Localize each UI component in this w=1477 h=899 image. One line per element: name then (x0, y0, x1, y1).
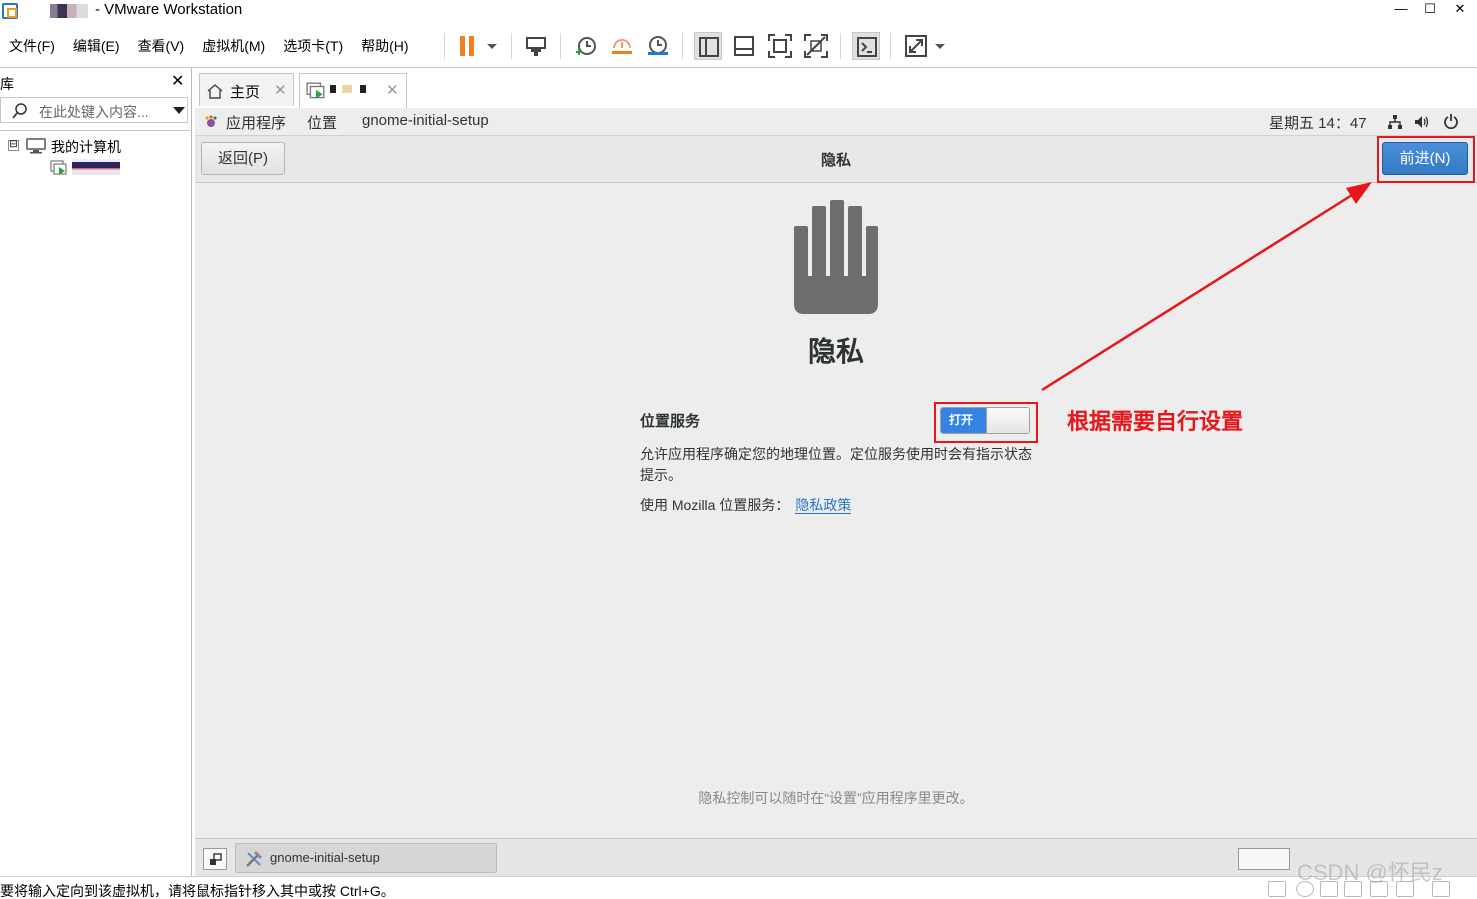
toolbar-separator (840, 33, 841, 59)
vmware-app-icon (2, 3, 18, 19)
library-search-placeholder: 在此处键入内容... (39, 104, 149, 120)
mozilla-location-text: 使用 Mozilla 位置服务： (640, 497, 790, 513)
tab-home[interactable]: 主页 ✕ (199, 73, 294, 106)
taskbar-item-label: gnome-initial-setup (270, 850, 380, 865)
library-search-input[interactable]: 在此处键入内容... (0, 97, 188, 123)
revert-snapshot-icon[interactable] (608, 32, 636, 60)
stretch-dropdown-icon[interactable] (931, 32, 949, 60)
menu-edit[interactable]: 编辑(E) (64, 30, 129, 62)
stretch-icon[interactable] (902, 32, 930, 60)
vm-running-icon (50, 160, 67, 175)
vm-running-icon (306, 82, 325, 99)
tab-vm[interactable]: ✕ (299, 73, 407, 108)
tree-collapse-toggle[interactable]: ⊟ (8, 140, 19, 151)
chevron-down-icon[interactable] (173, 107, 185, 114)
toolbar-separator (890, 33, 891, 59)
window-title: - VMware Workstation (95, 1, 243, 18)
status-bar: 要将输入定向到该虚拟机，请将鼠标指针移入其中或按 Ctrl+G。 (0, 876, 1477, 899)
show-desktop-icon (210, 853, 222, 865)
places-menu[interactable]: 位置 (307, 112, 337, 133)
unity-icon[interactable] (802, 32, 830, 60)
minimize-button[interactable]: — (1387, 0, 1415, 20)
hard-disk-status-icon[interactable] (1268, 881, 1286, 897)
snapshot-manager-icon[interactable] (644, 32, 672, 60)
tools-icon (246, 851, 262, 867)
home-icon (207, 84, 223, 99)
mozilla-location-line: 使用 Mozilla 位置服务： 隐私政策 (640, 495, 852, 515)
volume-icon[interactable] (1414, 114, 1430, 130)
privacy-footer-note: 隐私控制可以随时在“设置”应用程序里更改。 (698, 790, 974, 806)
privacy-hand-icon (794, 200, 878, 314)
menu-bar: 文件(F) 编辑(E) 查看(V) 虚拟机(M) 选项卡(T) 帮助(H) (0, 30, 418, 62)
vm-name-redacted (50, 4, 88, 18)
library-close-button[interactable]: ✕ (171, 71, 184, 91)
watermark: CSDN @怀民z (1297, 860, 1443, 885)
search-icon (12, 103, 27, 119)
status-message: 要将输入定向到该虚拟机，请将鼠标指针移入其中或按 Ctrl+G。 (0, 883, 395, 899)
power-icon[interactable] (1443, 113, 1459, 129)
library-title: 库 (0, 76, 14, 92)
menu-tabs[interactable]: 选项卡(T) (274, 30, 352, 62)
send-ctrl-alt-del-icon[interactable] (522, 32, 550, 60)
pause-icon[interactable] (455, 32, 483, 60)
close-button[interactable]: ✕ (1446, 0, 1474, 20)
tab-vm-close-button[interactable]: ✕ (386, 81, 399, 99)
full-screen-icon[interactable] (766, 32, 794, 60)
applications-menu[interactable]: 应用程序 (226, 112, 286, 133)
toolbar-separator (444, 33, 445, 59)
menu-vm[interactable]: 虚拟机(M) (193, 30, 274, 62)
computer-icon (26, 138, 46, 154)
tree-item-my-computer[interactable]: 我的计算机 (51, 137, 121, 157)
gnome-top-bar: 应用程序 位置 gnome-initial-setup 星期五 14：47 (195, 108, 1477, 135)
tab-vm-label-redacted (330, 85, 370, 93)
header-title: 隐私 (820, 152, 851, 169)
tab-home-label: 主页 (230, 84, 261, 101)
normal-view-icon[interactable] (694, 32, 722, 60)
maximize-button[interactable]: ☐ (1416, 0, 1444, 20)
workspace-switcher[interactable] (1238, 848, 1290, 870)
library-panel: 库 ✕ 在此处键入内容... ⊟ 我的计算机 (0, 68, 192, 876)
menu-view[interactable]: 查看(V) (129, 30, 194, 62)
terminal-icon[interactable] (852, 32, 880, 60)
snapshot-icon[interactable] (572, 32, 600, 60)
tab-home-close-button[interactable]: ✕ (274, 81, 287, 99)
clock[interactable]: 星期五 14：47 (1269, 112, 1367, 133)
show-desktop-button[interactable] (203, 848, 227, 870)
title-bar: - VMware Workstation — ☐ ✕ (0, 0, 1477, 22)
annotation-arrow (1041, 182, 1372, 392)
console-view-icon[interactable] (730, 32, 758, 60)
divider (0, 130, 190, 131)
location-services-label: 位置服务 (640, 413, 701, 430)
active-app-name: gnome-initial-setup (362, 112, 489, 129)
location-services-description: 允许应用程序确定您的地理位置。定位服务使用时会有指示状态提示。 (640, 446, 1032, 483)
toolbar-divider (0, 67, 1477, 68)
privacy-policy-link[interactable]: 隐私政策 (795, 497, 852, 514)
annotation-box-next (1377, 136, 1475, 183)
network-icon[interactable] (1387, 114, 1403, 130)
guest-taskbar: gnome-initial-setup (195, 838, 1477, 876)
toolbar-separator (560, 33, 561, 59)
pause-dropdown-icon[interactable] (483, 32, 501, 60)
toolbar-separator (682, 33, 683, 59)
tree-item-vm-redacted[interactable] (72, 159, 120, 175)
menu-help[interactable]: 帮助(H) (352, 30, 417, 62)
toolbar-separator (511, 33, 512, 59)
annotation-text: 根据需要自行设置 (1067, 410, 1244, 435)
taskbar-item-gnome-initial-setup[interactable]: gnome-initial-setup (235, 843, 497, 873)
menu-file[interactable]: 文件(F) (0, 30, 64, 62)
gnome-foot-icon (205, 115, 217, 127)
annotation-box-toggle (934, 402, 1038, 443)
